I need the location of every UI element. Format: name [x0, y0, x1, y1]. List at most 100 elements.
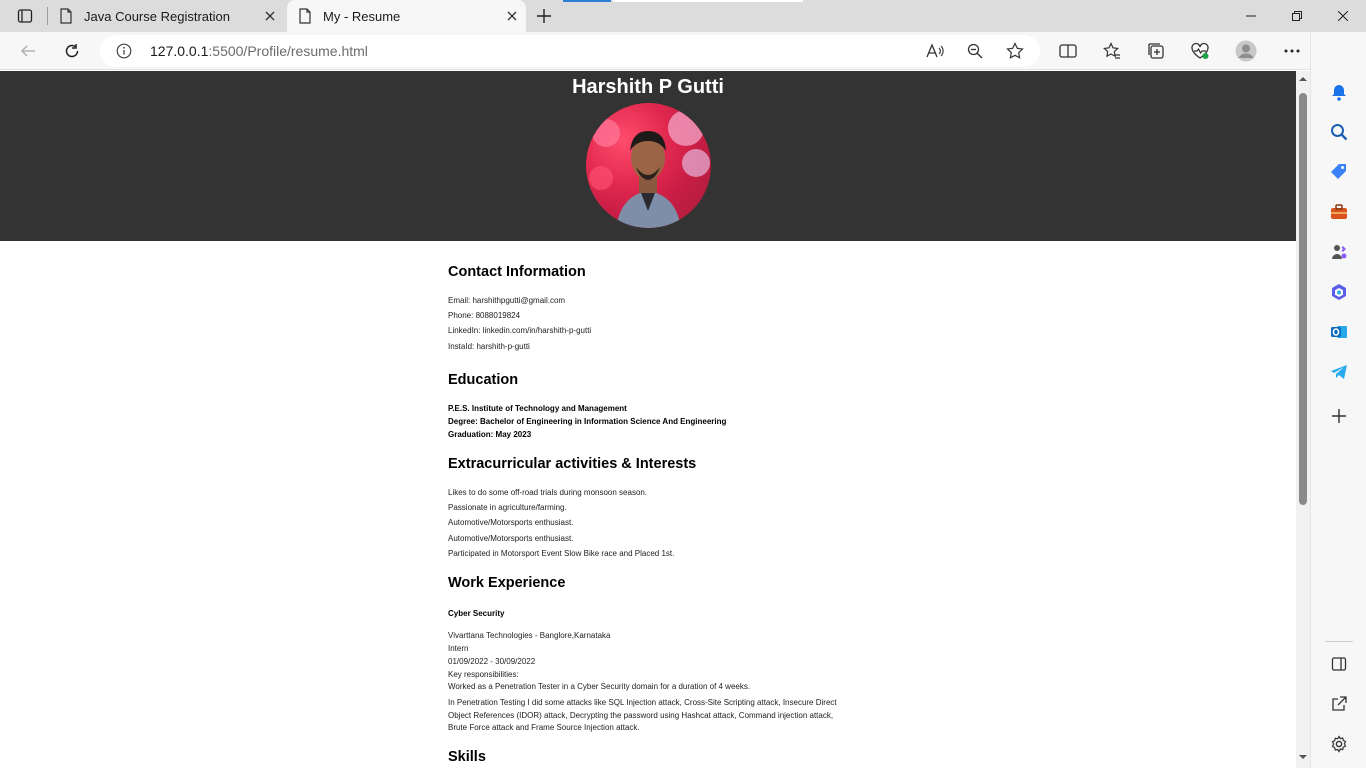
split-screen-button[interactable]: [1054, 37, 1082, 65]
telegram-button[interactable]: [1327, 360, 1351, 384]
search-button[interactable]: [1327, 120, 1351, 144]
office-button[interactable]: [1327, 280, 1351, 304]
info-icon[interactable]: [116, 43, 132, 59]
work-key-label: Key responsibilities:: [448, 670, 519, 679]
zoom-out-button[interactable]: [963, 39, 987, 63]
address-bar[interactable]: 127.0.0.1:5500/Profile/resume.html: [100, 35, 1040, 67]
tools-icon: [1331, 204, 1347, 219]
games-icon: [1332, 245, 1347, 259]
office-icon: [1332, 284, 1346, 300]
tab-actions-icon: [17, 9, 33, 23]
profile-photo: [586, 103, 711, 228]
url-path: :5500/Profile/resume.html: [208, 43, 368, 59]
tab-my-resume[interactable]: My - Resume: [287, 0, 526, 32]
settings-button[interactable]: [1327, 732, 1351, 756]
education-graduation: Graduation: May 2023: [448, 430, 532, 439]
back-button[interactable]: [14, 37, 42, 65]
browser-essentials-button[interactable]: [1186, 37, 1214, 65]
profile-button[interactable]: [1232, 37, 1260, 65]
search-icon: [1331, 124, 1348, 141]
outlook-button[interactable]: [1327, 320, 1351, 344]
work-role-title: Cyber Security: [448, 609, 505, 618]
browser-essentials-icon: [1191, 42, 1209, 59]
profile-icon: [1235, 40, 1257, 62]
page-icon: [297, 8, 313, 24]
work-responsibility-2: In Penetration Testing I did some attack…: [448, 698, 837, 732]
contact-instaid: InstaId: harshith-p-gutti: [448, 342, 530, 351]
close-icon: [1338, 11, 1348, 21]
favorites-button[interactable]: [1098, 37, 1126, 65]
scroll-up-icon[interactable]: [1299, 75, 1307, 83]
collections-button[interactable]: [1142, 37, 1170, 65]
telegram-icon: [1331, 365, 1347, 379]
add-icon: [1332, 409, 1346, 423]
work-position: Intern: [448, 644, 469, 653]
settings-icon: [1331, 735, 1347, 753]
shopping-icon: [1331, 164, 1346, 179]
shopping-button[interactable]: [1327, 160, 1351, 184]
work-dates: 01/09/2022 - 30/09/2022: [448, 657, 536, 666]
contact-linkedin: LinkedIn: linkedin.com/in/harshith-p-gut…: [448, 326, 592, 335]
close-icon[interactable]: [262, 8, 278, 24]
list-item: Likes to do some off-road trials during …: [448, 488, 648, 497]
hide-sidebar-button[interactable]: [1327, 652, 1351, 676]
work-company: Vivarttana Technologies - Banglore,Karna…: [448, 631, 611, 640]
contact-email: Email: harshithpgutti@gmail.com: [448, 296, 566, 305]
sidebar-toggle-icon: [1331, 657, 1347, 671]
education-degree: Degree: Bachelor of Engineering in Infor…: [448, 417, 727, 426]
url-text[interactable]: 127.0.0.1:5500/Profile/resume.html: [150, 43, 368, 59]
favorite-star-icon: [1006, 42, 1024, 59]
browser-toolbar: 127.0.0.1:5500/Profile/resume.html: [0, 32, 1366, 70]
list-item: Automotive/Motorsports enthusiast.: [448, 518, 574, 527]
tab-separator: [47, 7, 48, 25]
tools-button[interactable]: [1327, 200, 1351, 224]
plus-icon: [537, 9, 551, 23]
close-icon[interactable]: [504, 8, 520, 24]
games-button[interactable]: [1327, 240, 1351, 264]
resume-name: Harshith P Gutti: [572, 76, 724, 98]
resume-header: Harshith P Gutti: [0, 71, 1296, 241]
open-external-button[interactable]: [1327, 692, 1351, 716]
tab-title: My - Resume: [323, 8, 401, 24]
notifications-button[interactable]: [1327, 80, 1351, 104]
contact-heading: Contact Information: [448, 264, 586, 280]
more-icon: [1284, 49, 1300, 53]
minimize-button[interactable]: [1228, 0, 1274, 32]
tab-java-course-registration[interactable]: Java Course Registration: [50, 0, 284, 32]
work-heading: Work Experience: [448, 575, 566, 591]
refresh-icon: [65, 44, 79, 58]
read-aloud-icon: [926, 43, 944, 58]
url-host: 127.0.0.1: [150, 43, 209, 59]
tab-strip: Java Course Registration My - Resume: [0, 0, 1366, 32]
back-icon: [20, 45, 35, 57]
scroll-down-icon[interactable]: [1299, 753, 1307, 761]
favorite-button[interactable]: [1003, 39, 1027, 63]
list-item: Participated in Motorsport Event Slow Bi…: [448, 549, 675, 558]
page-icon: [58, 8, 74, 24]
list-item: Automotive/Motorsports enthusiast.: [448, 534, 574, 543]
new-tab-button[interactable]: [533, 5, 555, 27]
tab-progress-indicator: [563, 0, 611, 2]
refresh-button[interactable]: [58, 37, 86, 65]
page-scrollbar[interactable]: [1296, 71, 1310, 768]
list-item: Passionate in agriculture/farming.: [448, 503, 567, 512]
open-external-icon: [1332, 696, 1347, 711]
restore-button[interactable]: [1274, 0, 1320, 32]
outlook-icon: [1331, 326, 1347, 338]
tab-highlight: [613, 0, 803, 2]
restore-icon: [1292, 11, 1302, 21]
read-aloud-button[interactable]: [923, 39, 947, 63]
skills-heading: Skills: [448, 749, 486, 765]
tab-actions-button[interactable]: [8, 4, 42, 28]
work-responsibility-1: Worked as a Penetration Tester in a Cybe…: [448, 682, 751, 691]
more-button[interactable]: [1278, 37, 1306, 65]
add-sidebar-app-button[interactable]: [1327, 404, 1351, 428]
education-institute: P.E.S. Institute of Technology and Manag…: [448, 404, 627, 413]
minimize-icon: [1246, 15, 1256, 17]
split-screen-icon: [1059, 44, 1077, 58]
close-window-button[interactable]: [1320, 0, 1366, 32]
notifications-icon: [1332, 85, 1346, 101]
page-viewport: Harshith P Gutti Contact Information Ema…: [0, 71, 1296, 768]
scrollbar-thumb[interactable]: [1299, 93, 1307, 505]
zoom-out-icon: [967, 43, 983, 59]
